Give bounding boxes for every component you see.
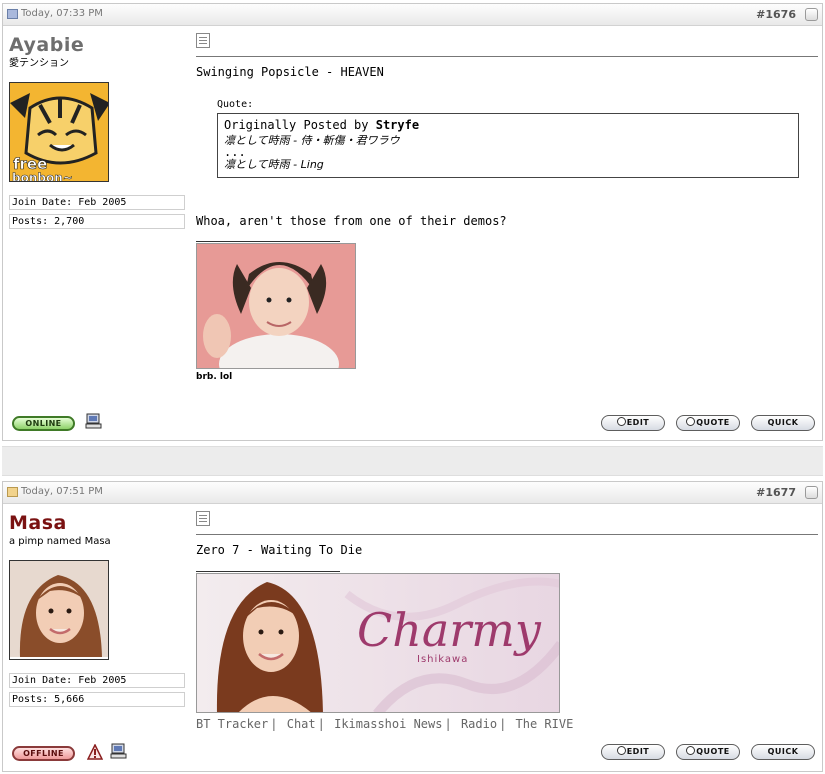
computer-icon bbox=[85, 413, 102, 429]
image-caption: brb. lol bbox=[196, 372, 233, 382]
signature-separator bbox=[196, 241, 340, 242]
avatar[interactable] bbox=[9, 560, 109, 660]
edit-icon bbox=[616, 746, 626, 755]
edit-button-label: EDIT bbox=[626, 747, 650, 756]
post-1677: Today, 07:51 PM #1677 Masa a pimp named … bbox=[2, 481, 823, 772]
message-line: Swinging Popsicle - HEAVEN bbox=[196, 65, 384, 79]
quote-attribution: Originally Posted by Stryfe bbox=[224, 118, 792, 133]
post-message: Zero 7 - Waiting To Die Charmy Ishikawa … bbox=[196, 543, 818, 731]
embedded-image[interactable] bbox=[196, 243, 356, 369]
post-date-text: Today, 07:51 PM bbox=[21, 486, 103, 497]
computer-icon bbox=[110, 743, 127, 759]
edit-icon bbox=[616, 417, 626, 426]
post-header: Today, 07:33 PM #1676 bbox=[3, 4, 822, 26]
link-the-rive[interactable]: The RIVE bbox=[516, 717, 574, 731]
multiquote-checkbox[interactable] bbox=[805, 486, 818, 499]
post-icon bbox=[196, 33, 210, 48]
post-icon bbox=[196, 511, 210, 526]
avatar[interactable]: free bonbon~ bbox=[9, 82, 109, 182]
link-bt-tracker[interactable]: BT Tracker bbox=[196, 717, 268, 731]
post-number-link[interactable]: #1676 bbox=[756, 8, 796, 21]
username-link[interactable]: Ayabie bbox=[9, 34, 185, 56]
quote-line-1: 凛として時雨 - 侍・斬傷・君ワラウ bbox=[224, 134, 400, 147]
join-date: Join Date: Feb 2005 bbox=[9, 195, 185, 210]
quote-block: Quote: Originally Posted by Stryfe 凛として時… bbox=[217, 99, 818, 178]
link-ikimasshoi-news[interactable]: Ikimasshoi News bbox=[334, 717, 442, 731]
title-separator bbox=[196, 534, 818, 535]
multiquote-checkbox[interactable] bbox=[805, 8, 818, 21]
join-date: Join Date: Feb 2005 bbox=[9, 673, 185, 688]
reply-text: Whoa, aren't those from one of their dem… bbox=[196, 214, 507, 228]
post-date: Today, 07:51 PM bbox=[7, 486, 103, 497]
title-separator bbox=[196, 56, 818, 57]
quote-button[interactable]: QUOTE bbox=[676, 744, 740, 760]
banner-subtitle: Ishikawa bbox=[417, 654, 468, 665]
quote-line-2: ... bbox=[224, 145, 246, 159]
edit-button[interactable]: EDIT bbox=[601, 415, 665, 431]
post-date-text: Today, 07:33 PM bbox=[21, 8, 103, 19]
link-chat[interactable]: Chat bbox=[287, 717, 316, 731]
quote-label: Quote: bbox=[217, 99, 254, 110]
post-number-link[interactable]: #1677 bbox=[756, 486, 796, 499]
signature-links: BT Tracker | Chat | Ikimasshoi News | Radio… bbox=[196, 717, 574, 731]
post-message: Swinging Popsicle - HEAVEN Quote: Origin… bbox=[196, 65, 818, 382]
new-post-icon bbox=[7, 8, 18, 19]
edit-button-label: EDIT bbox=[626, 418, 650, 427]
offline-status-badge: OFFLINE bbox=[12, 746, 75, 761]
quote-icon bbox=[686, 746, 696, 755]
post-divider bbox=[2, 446, 823, 476]
online-status-badge: ONLINE bbox=[12, 416, 75, 431]
post-1676: Today, 07:33 PM #1676 Ayabie 愛テンション free… bbox=[2, 3, 823, 441]
user-title: a pimp named Masa bbox=[9, 536, 111, 547]
edit-button[interactable]: EDIT bbox=[601, 744, 665, 760]
old-post-icon bbox=[7, 486, 18, 497]
quick-reply-button[interactable]: QUICK bbox=[751, 415, 815, 431]
banner-title: Charmy bbox=[357, 603, 542, 657]
post-date: Today, 07:33 PM bbox=[7, 8, 103, 19]
user-info: Masa a pimp named Masa Join Date: Feb 20… bbox=[9, 512, 185, 707]
quote-button-label: QUOTE bbox=[696, 747, 730, 756]
signature-separator bbox=[196, 571, 340, 572]
quote-icon bbox=[686, 417, 696, 426]
post-count: Posts: 5,666 bbox=[9, 692, 185, 707]
quote-attribution-text: Originally Posted by bbox=[224, 118, 369, 132]
quote-box: Originally Posted by Stryfe 凛として時雨 - 侍・斬… bbox=[217, 113, 799, 178]
avatar-text-2: bonbon~ bbox=[12, 171, 73, 182]
post-count: Posts: 2,700 bbox=[9, 214, 185, 229]
quote-author: Stryfe bbox=[375, 118, 420, 132]
user-info: Ayabie 愛テンション free bonbon~ Join Date: Fe… bbox=[9, 34, 185, 229]
username-link[interactable]: Masa bbox=[9, 512, 185, 534]
post-header: Today, 07:51 PM #1677 bbox=[3, 482, 822, 504]
quote-button-label: QUOTE bbox=[696, 418, 730, 427]
user-title: 愛テンション bbox=[9, 58, 69, 69]
signature-banner[interactable]: Charmy Ishikawa bbox=[196, 573, 560, 713]
message-line: Zero 7 - Waiting To Die bbox=[196, 543, 363, 557]
report-post-icon[interactable] bbox=[87, 744, 103, 760]
link-radio[interactable]: Radio bbox=[461, 717, 497, 731]
quick-reply-button[interactable]: QUICK bbox=[751, 744, 815, 760]
quote-line-3: 凛として時雨 - Ling bbox=[224, 158, 324, 171]
quote-button[interactable]: QUOTE bbox=[676, 415, 740, 431]
